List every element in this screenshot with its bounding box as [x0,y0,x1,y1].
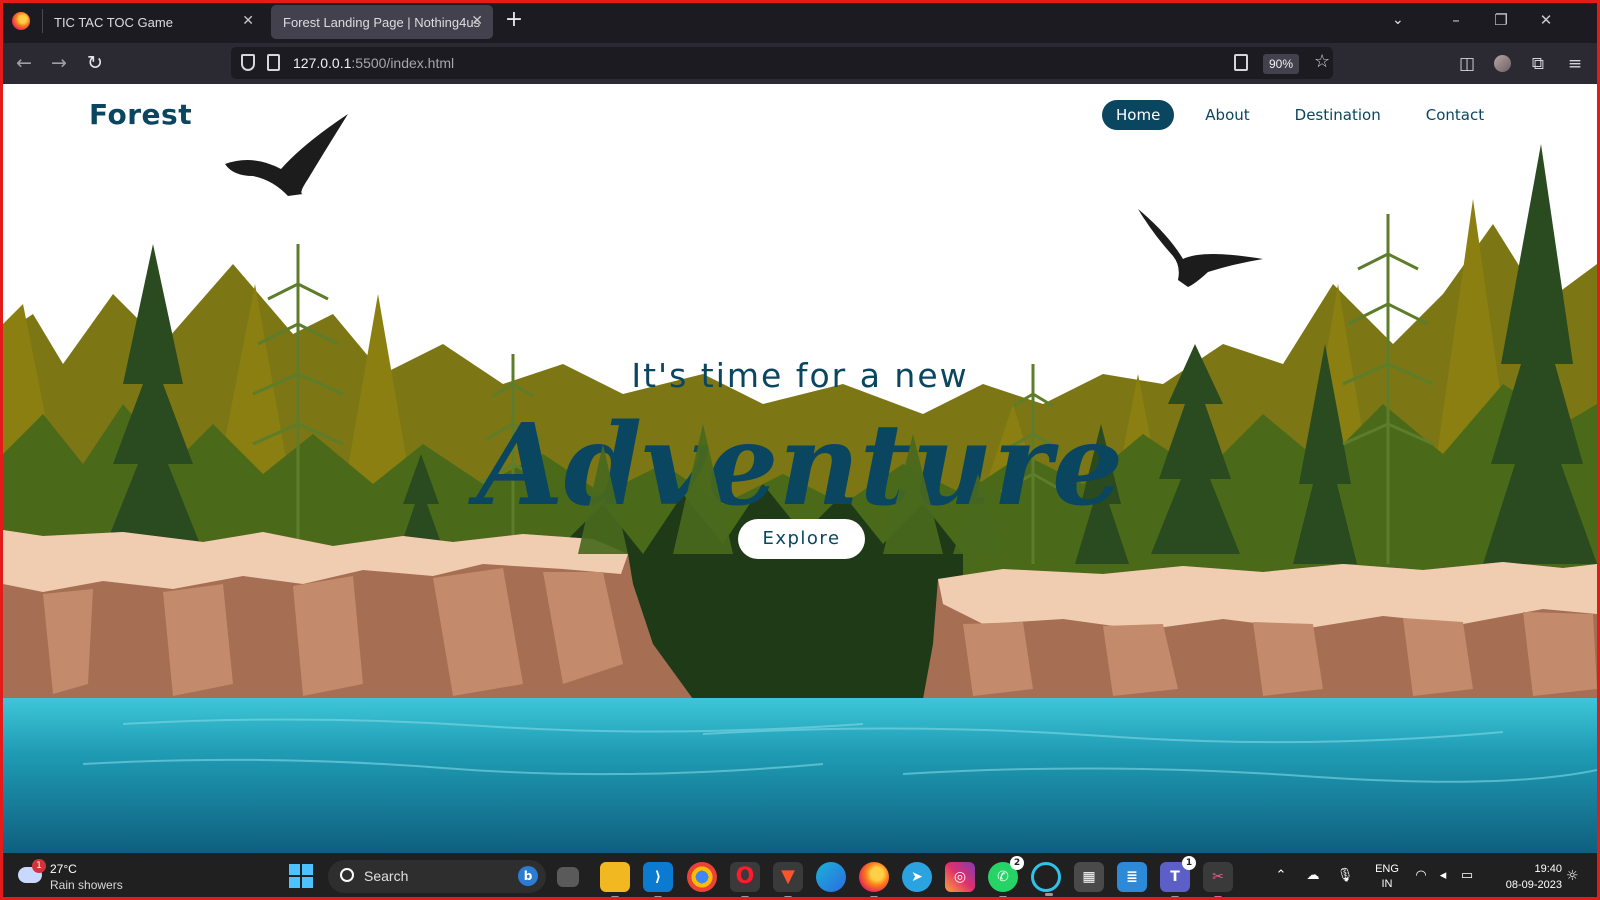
clock-time: 19:40 [1534,863,1562,875]
notepad-icon[interactable]: ≣ [1117,862,1147,892]
hero-tagline: It's time for a new [631,356,969,395]
opera-icon[interactable]: O [730,862,760,899]
chrome-icon[interactable] [687,862,717,892]
windows-start-icon[interactable] [289,864,313,888]
taskbar-search[interactable]: Search b [328,860,546,893]
vscode-icon[interactable]: ⟩ [643,862,673,899]
page-info-icon[interactable] [267,54,280,71]
site-logo[interactable]: Forest [89,98,192,131]
nav-about[interactable]: About [1191,100,1263,130]
reload-icon[interactable]: ↻ [83,52,107,76]
microphone-icon[interactable]: 🎙 [1336,867,1354,885]
browser-nav-bar: ← → ↻ 127.0.0.1:5500/index.html 90% ☆ ◫ … [0,43,1600,84]
explore-button[interactable]: Explore [738,519,865,559]
back-arrow-icon[interactable]: ← [12,52,36,76]
close-tab-icon[interactable]: ✕ [242,13,254,29]
input-language[interactable]: ENG IN [1370,862,1404,892]
volume-icon[interactable]: ◂ [1434,867,1452,885]
webpage: Adventure Forest Home About Destination … [3,84,1597,853]
close-tab-icon[interactable]: ✕ [471,13,483,29]
headline-adventure: Adventure [468,400,1123,531]
bookmark-star-icon[interactable]: ☆ [1314,51,1330,72]
reader-view-icon[interactable] [1234,54,1248,71]
lang-code: ENG [1375,863,1399,875]
system-clock[interactable]: 19:40 08-09-2023 [1486,861,1562,893]
new-tab-button[interactable]: + [502,9,526,33]
edge-icon[interactable] [816,862,846,892]
search-icon [340,868,354,882]
weather-badge: 1 [32,859,46,873]
clock-date: 08-09-2023 [1505,879,1562,891]
list-all-tabs-icon[interactable]: ⌄ [1392,12,1404,28]
teams-icon[interactable]: T1 [1160,856,1196,899]
minimize-icon[interactable]: – [1441,11,1471,29]
calculator-icon[interactable]: ▦ [1074,862,1104,892]
extensions-icon[interactable]: ⧉ [1528,54,1548,74]
browser-tab-bar: TIC TAC TOC Game ✕ Forest Landing Page |… [0,0,1600,43]
bing-icon[interactable]: b [518,866,538,886]
wifi-icon[interactable]: ◠ [1412,867,1430,885]
nav-destination[interactable]: Destination [1281,100,1395,130]
tab-title: TIC TAC TOC Game [54,14,173,30]
tab-tic-tac-toc[interactable]: TIC TAC TOC Game ✕ [42,5,264,39]
restore-icon[interactable]: ❐ [1486,11,1516,29]
url-text[interactable]: 127.0.0.1:5500/index.html [293,55,454,71]
tab-title: Forest Landing Page | Nothing4us [283,14,481,30]
tab-forest-landing[interactable]: Forest Landing Page | Nothing4us ✕ [271,5,493,39]
weather-desc: Rain showers [50,878,123,892]
search-label: Search [364,868,409,884]
show-hidden-icons[interactable]: ⌃ [1272,867,1290,885]
brave-icon[interactable]: ▼ [773,862,803,899]
teams-badge: 1 [1182,856,1196,870]
weather-temp: 27°C [50,862,77,876]
forward-arrow-icon[interactable]: → [47,52,71,76]
shield-icon[interactable] [241,54,255,71]
menu-hamburger-icon[interactable]: ≡ [1565,54,1585,74]
eagle-right [1138,209,1263,287]
file-explorer-icon[interactable] [600,862,630,899]
battery-icon[interactable]: ▭ [1458,867,1476,885]
onedrive-icon[interactable]: ☁ [1304,867,1322,885]
forest-illustration: Adventure [3,114,1597,853]
firefox-taskbar-icon[interactable] [859,862,889,899]
whatsapp-icon[interactable]: ✆ 2 [988,856,1024,899]
task-view-icon[interactable] [557,867,579,887]
nav-home[interactable]: Home [1102,100,1175,130]
url-path: :5500/index.html [351,55,455,71]
telegram-icon[interactable]: ➤ [902,862,932,892]
instagram-icon[interactable]: ◎ [945,862,975,892]
firefox-icon[interactable] [12,12,30,30]
zoom-level[interactable]: 90% [1263,54,1299,74]
lang-region: IN [1381,878,1393,890]
snipping-tool-icon[interactable]: ✂ [1203,862,1233,899]
weather-widget[interactable]: 1 27°C Rain showers [14,859,154,895]
whatsapp-badge: 2 [1010,856,1024,870]
pocket-icon[interactable]: ◫ [1457,54,1477,74]
alexa-icon[interactable] [1031,862,1061,896]
eagle-left [225,114,348,196]
windows-taskbar: 1 27°C Rain showers Search b ⟩ O ▼ ➤ ◎ ✆… [0,853,1600,900]
account-avatar-icon[interactable] [1492,54,1512,74]
notification-icon[interactable]: ☼ [1566,868,1579,884]
river-water [3,698,1597,853]
address-bar[interactable]: 127.0.0.1:5500/index.html 90% ☆ [231,47,1333,79]
site-nav: Home About Destination Contact [1102,100,1515,130]
close-window-icon[interactable]: ✕ [1531,11,1561,29]
nav-contact[interactable]: Contact [1412,100,1498,130]
url-host: 127.0.0.1 [293,55,352,71]
